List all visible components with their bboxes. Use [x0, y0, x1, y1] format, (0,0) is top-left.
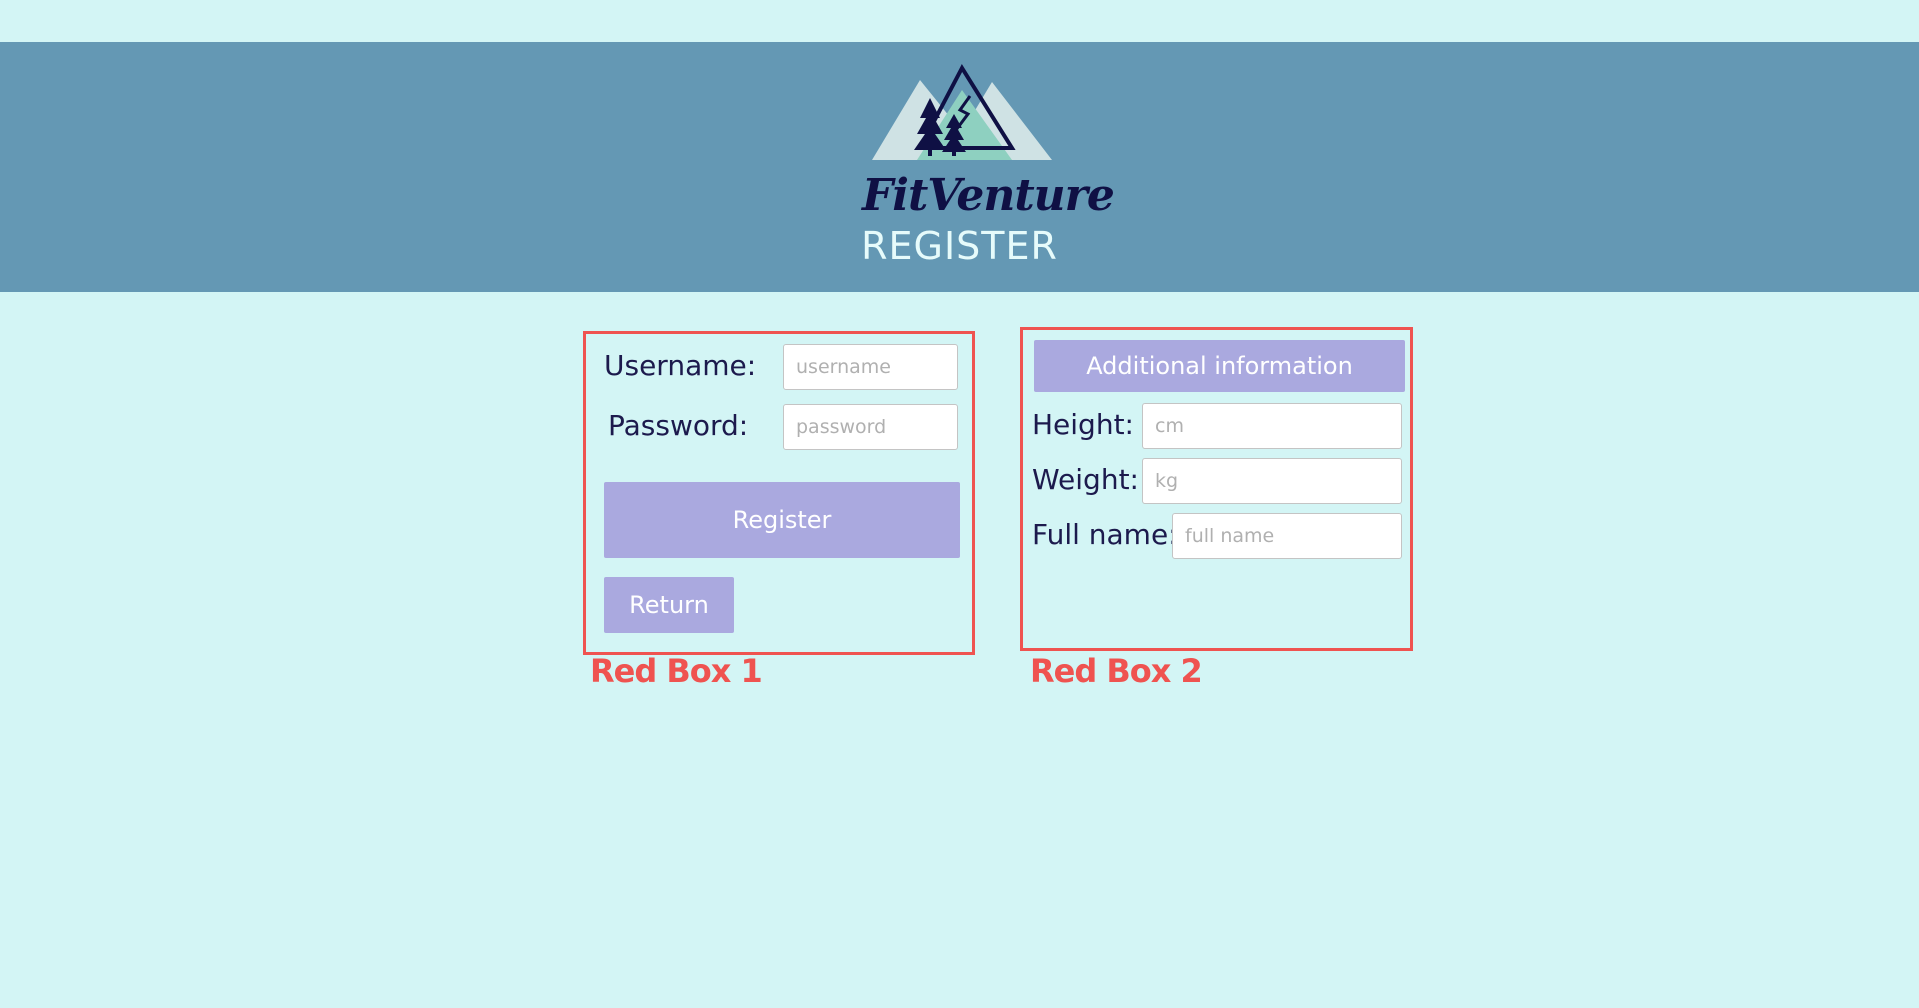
- height-label: Height:: [1032, 408, 1134, 441]
- full-name-label: Full name:: [1032, 518, 1178, 551]
- weight-label: Weight:: [1032, 463, 1139, 496]
- brand-name: FitVenture: [862, 170, 1115, 221]
- return-button[interactable]: Return: [604, 577, 734, 633]
- full-name-input[interactable]: [1172, 513, 1402, 559]
- red-box-1-label: Red Box 1: [590, 652, 763, 690]
- register-button[interactable]: Register: [604, 482, 960, 558]
- mountain-trees-logo-icon: [872, 63, 1052, 160]
- username-input[interactable]: [783, 344, 958, 390]
- password-label: Password:: [608, 409, 749, 442]
- weight-input[interactable]: [1142, 458, 1402, 504]
- red-box-2-label: Red Box 2: [1030, 652, 1203, 690]
- username-label: Username:: [604, 349, 757, 382]
- brand-logo: FitVenture: [862, 62, 1115, 222]
- page-title: REGISTER: [861, 224, 1058, 268]
- additional-information-button[interactable]: Additional information: [1034, 340, 1405, 392]
- height-input[interactable]: [1142, 403, 1402, 449]
- password-input[interactable]: [783, 404, 958, 450]
